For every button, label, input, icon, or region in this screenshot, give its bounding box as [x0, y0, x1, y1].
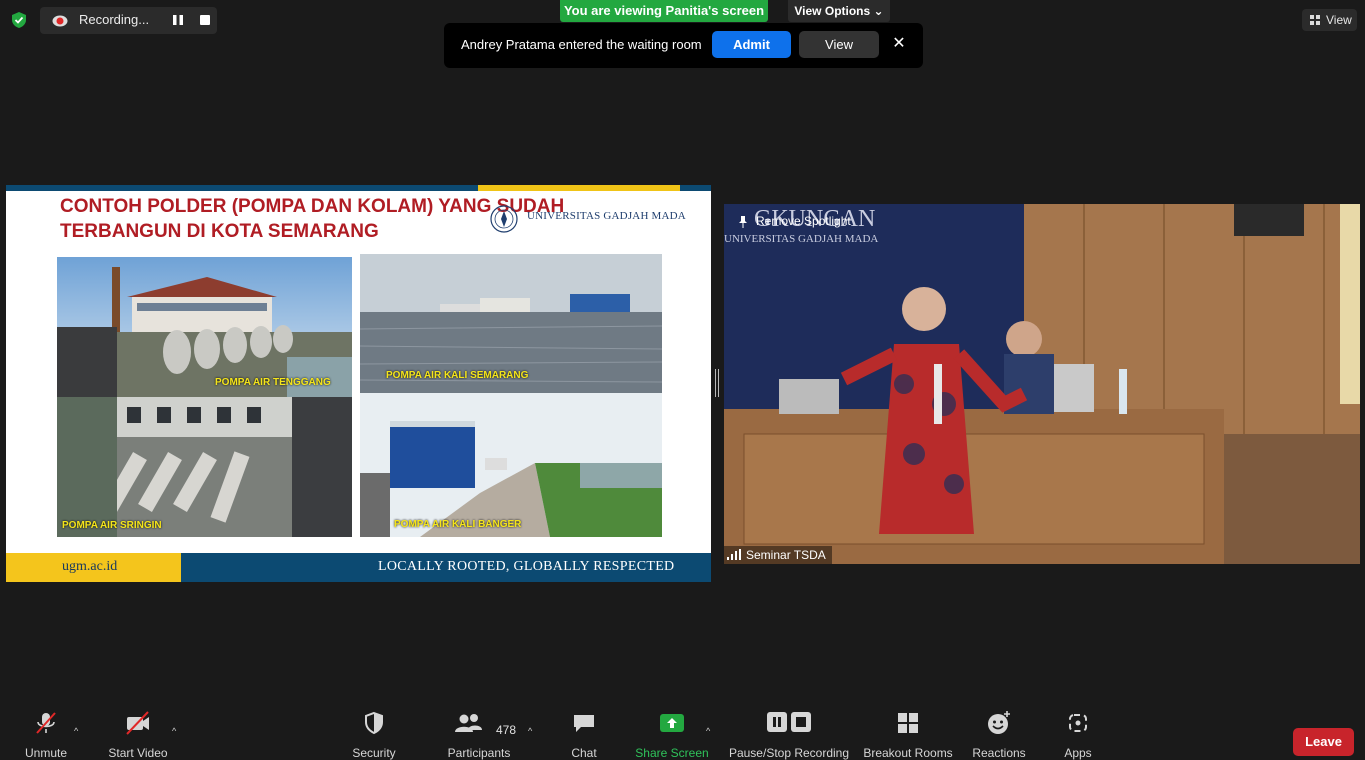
audio-options-caret-icon[interactable]: ^: [74, 726, 78, 736]
breakout-rooms-label: Breakout Rooms: [863, 746, 953, 760]
photo-pompa-tenggang: POMPA AIR TENGGANG: [57, 257, 352, 397]
background-sign-subtext: UNIVERSITAS GADJAH MADA: [724, 233, 878, 245]
university-name: UNIVERSITAS GADJAH MADA: [527, 210, 686, 222]
photo-pompa-kali-banger: POMPA AIR KALI BANGER: [360, 393, 662, 537]
slide-top-bar-end: [680, 185, 711, 191]
unmute-label: Unmute: [24, 746, 68, 760]
chat-bubble-icon: [574, 715, 594, 732]
view-options-label: View Options: [794, 4, 871, 18]
apps-icon: [1069, 714, 1087, 732]
stop-recording-icon[interactable]: [200, 15, 210, 25]
start-video-label: Start Video: [108, 746, 168, 760]
cloud-recording-icon: [52, 15, 68, 27]
grid-view-icon: [1310, 15, 1320, 25]
video-camera-off-icon: [126, 711, 149, 735]
unmute-button[interactable]: Unmute: [14, 710, 78, 760]
pin-icon: [739, 216, 747, 228]
spotlight-video: GKUNGAN UNIVERSITAS GADJAH MADA: [724, 204, 1360, 564]
shared-screen-slide: CONTOH POLDER (POMPA DAN KOLAM) YANG SUD…: [6, 185, 711, 582]
reactions-button[interactable]: Reactions: [970, 710, 1028, 760]
slide-title-line2: TERBANGUN DI KOTA SEMARANG: [60, 221, 379, 242]
chat-label: Chat: [571, 746, 597, 760]
participants-icon: [455, 714, 482, 732]
pause-stop-icon: [767, 712, 811, 732]
photo-caption: POMPA AIR KALI BANGER: [394, 519, 522, 530]
photo-caption: POMPA AIR TENGGANG: [215, 377, 331, 388]
slide-top-bar-gold: [478, 185, 680, 191]
view-layout-button[interactable]: View: [1302, 9, 1357, 31]
share-screen-button[interactable]: Share Screen: [634, 710, 710, 760]
share-options-caret-icon[interactable]: ^: [706, 726, 710, 736]
share-screen-icon: [660, 714, 684, 732]
reactions-label: Reactions: [972, 746, 1026, 760]
pause-stop-recording-label: Pause/Stop Recording: [728, 746, 850, 760]
emoji-reaction-icon: [988, 711, 1010, 734]
remove-spotlight-button[interactable]: Remove Spotlight: [756, 214, 851, 228]
leave-button[interactable]: Leave: [1293, 728, 1354, 756]
ugm-logo-icon: [490, 205, 518, 233]
participants-options-caret-icon[interactable]: ^: [528, 726, 532, 736]
recording-label: Recording...: [79, 12, 150, 27]
close-icon[interactable]: ✕: [891, 34, 907, 54]
participants-label: Participants: [447, 746, 511, 760]
view-options-button[interactable]: View Options ⌄: [788, 0, 890, 22]
breakout-rooms-icon: [898, 713, 918, 733]
shield-icon: [365, 711, 383, 735]
security-label: Security: [352, 746, 396, 760]
slide-top-bar: [6, 185, 478, 191]
share-screen-label: Share Screen: [635, 746, 709, 760]
apps-button[interactable]: Apps: [1058, 710, 1098, 760]
security-shield-icon: [12, 12, 26, 28]
viewing-screen-banner: You are viewing Panitia's screen: [560, 0, 768, 22]
photo-pompa-sringin: POMPA AIR SRINGIN: [57, 397, 352, 537]
waiting-room-message: Andrey Pratama entered the waiting room: [461, 37, 702, 52]
admit-button[interactable]: Admit: [712, 31, 791, 58]
participants-count: 478: [496, 723, 517, 737]
view-waiting-room-button[interactable]: View: [799, 31, 879, 58]
microphone-muted-icon: [36, 712, 56, 734]
video-options-caret-icon[interactable]: ^: [172, 726, 176, 736]
start-video-button[interactable]: Start Video: [104, 710, 172, 760]
signal-strength-icon: [727, 549, 741, 560]
footer-motto: LOCALLY ROOTED, GLOBALLY RESPECTED: [378, 559, 675, 574]
security-button[interactable]: Security: [348, 710, 400, 760]
photo-pompa-kali-semarang: POMPA AIR KALI SEMARANG: [360, 254, 662, 397]
chat-button[interactable]: Chat: [564, 710, 604, 760]
footer-url: ugm.ac.id: [62, 559, 118, 574]
breakout-rooms-button[interactable]: Breakout Rooms: [862, 710, 954, 760]
chevron-down-icon: ⌄: [873, 4, 884, 18]
pause-recording-icon[interactable]: [172, 14, 184, 26]
apps-label: Apps: [1064, 746, 1092, 760]
split-view-resize-handle[interactable]: [715, 369, 719, 397]
photo-caption: POMPA AIR SRINGIN: [62, 520, 162, 531]
photo-caption: POMPA AIR KALI SEMARANG: [386, 370, 529, 381]
view-layout-label: View: [1326, 13, 1352, 27]
pause-stop-recording-button[interactable]: Pause/Stop Recording: [728, 710, 850, 760]
